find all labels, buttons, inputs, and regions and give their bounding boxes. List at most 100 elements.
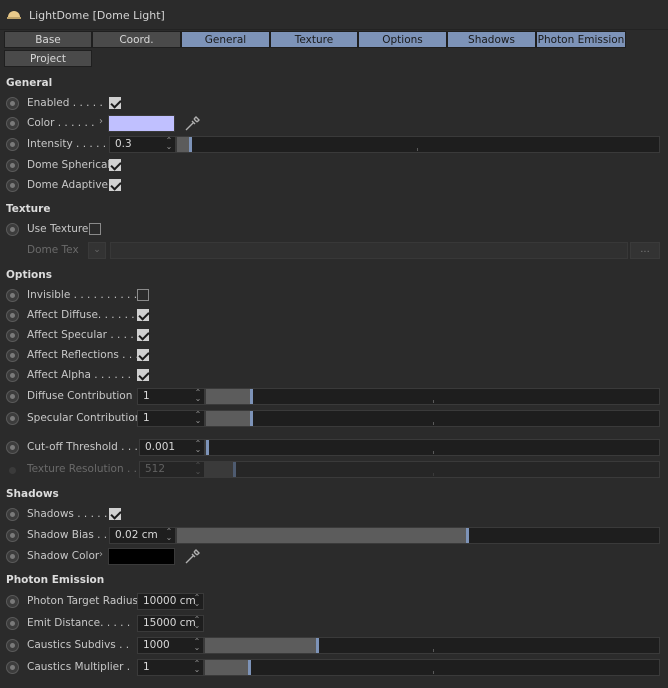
slider-handle	[233, 462, 236, 477]
animate-radio[interactable]	[6, 550, 19, 563]
cutoff-threshold-input[interactable]: 0.001 ⌃ ⌄	[139, 439, 205, 456]
specular-contribution-label: Specular Contribution	[27, 412, 142, 424]
shadow-color-swatch[interactable]	[108, 548, 175, 565]
slider-handle[interactable]	[248, 660, 251, 675]
affect-alpha-label: Affect Alpha . . . . . .	[27, 369, 132, 381]
tab-options[interactable]: Options	[358, 31, 447, 48]
section-title-shadows: Shadows	[6, 488, 59, 500]
tab-general[interactable]: General	[181, 31, 270, 48]
affect-specular-checkbox[interactable]	[137, 329, 149, 341]
tab-shadows[interactable]: Shadows	[447, 31, 536, 48]
tab-photon-emission[interactable]: Photon Emission	[536, 31, 626, 48]
animate-radio[interactable]	[6, 441, 19, 454]
animate-radio[interactable]	[6, 289, 19, 302]
chevron-right-icon[interactable]: ›	[99, 116, 103, 127]
eyedropper-icon[interactable]	[183, 548, 201, 566]
row-caustics-multiplier: Caustics Multiplier . 1 ⌃ ⌄	[0, 658, 668, 678]
shadows-checkbox[interactable]	[109, 508, 121, 520]
title-bar: LightDome [Dome Light]	[0, 0, 668, 30]
animate-radio[interactable]	[6, 179, 19, 192]
animate-radio[interactable]	[6, 223, 19, 236]
animate-radio[interactable]	[6, 349, 19, 362]
caustics-subdivs-input[interactable]: 1000 ⌃ ⌄	[137, 637, 204, 654]
slider-handle[interactable]	[466, 528, 469, 543]
cutoff-threshold-slider[interactable]	[205, 439, 660, 456]
animate-radio[interactable]	[6, 117, 19, 130]
spinner-arrows-icon[interactable]: ⌃ ⌄	[194, 440, 202, 454]
emit-distance-input[interactable]: 15000 cm ⌃ ⌄	[137, 615, 204, 632]
specular-contribution-input[interactable]: 1 ⌃ ⌄	[137, 410, 205, 427]
slider-handle[interactable]	[250, 411, 253, 426]
affect-reflections-checkbox[interactable]	[137, 349, 149, 361]
animate-radio[interactable]	[6, 412, 19, 425]
light-dome-icon	[7, 11, 21, 19]
spinner-arrows-icon[interactable]: ⌃ ⌄	[193, 616, 201, 630]
use-texture-checkbox[interactable]	[89, 223, 101, 235]
animate-radio[interactable]	[6, 159, 19, 172]
spinner-arrows-icon[interactable]: ⌃ ⌄	[193, 660, 201, 674]
row-specular-contribution: Specular Contribution 1 ⌃ ⌄	[0, 409, 668, 429]
invisible-checkbox[interactable]	[137, 289, 149, 301]
slider-handle[interactable]	[206, 440, 209, 455]
dome-adaptive-checkbox[interactable]	[109, 179, 121, 191]
spinner-arrows-icon: ⌃ ⌄	[194, 461, 202, 476]
dome-tex-dropdown[interactable]: ⌄	[88, 242, 106, 259]
dome-adaptive-label: Dome Adaptive	[27, 179, 109, 191]
animate-radio[interactable]	[6, 138, 19, 151]
shadow-bias-slider[interactable]	[176, 527, 660, 544]
specular-contribution-slider[interactable]	[205, 410, 660, 427]
spinner-arrows-icon[interactable]: ⌃ ⌄	[194, 411, 202, 425]
affect-diffuse-checkbox[interactable]	[137, 309, 149, 321]
chevron-right-icon[interactable]: ›	[99, 549, 103, 560]
tab-coord[interactable]: Coord.	[92, 31, 181, 48]
caustics-multiplier-label: Caustics Multiplier .	[27, 661, 131, 673]
row-affect-reflections: Affect Reflections . . .	[0, 346, 668, 366]
tab-project[interactable]: Project	[4, 50, 92, 67]
animate-radio[interactable]	[6, 508, 19, 521]
window-title: LightDome [Dome Light]	[29, 9, 165, 22]
diffuse-contribution-input[interactable]: 1 ⌃ ⌄	[137, 388, 205, 405]
animate-radio[interactable]	[6, 661, 19, 674]
intensity-input[interactable]: 0.3 ⌃ ⌄	[109, 136, 176, 153]
spinner-arrows-icon[interactable]: ⌃ ⌄	[193, 638, 201, 652]
animate-radio[interactable]	[6, 595, 19, 608]
shadow-bias-input[interactable]: 0.02 cm ⌃ ⌄	[109, 527, 176, 544]
photon-target-radius-label: Photon Target Radius	[27, 595, 138, 607]
spinner-arrows-icon[interactable]: ⌃ ⌄	[194, 389, 202, 403]
caustics-multiplier-slider[interactable]	[204, 659, 660, 676]
row-dome-spherical: Dome Spherical	[0, 156, 668, 176]
animate-radio[interactable]	[6, 390, 19, 403]
animate-radio[interactable]	[6, 617, 19, 630]
row-texture-resolution: Texture Resolution . . 512 ⌃ ⌄	[0, 460, 668, 480]
row-emit-distance: Emit Distance. . . . . 15000 cm ⌃ ⌄	[0, 614, 668, 634]
dome-tex-path-field[interactable]	[110, 242, 628, 259]
color-swatch[interactable]	[108, 115, 175, 132]
texture-resolution-slider	[205, 461, 660, 478]
animate-radio[interactable]	[6, 639, 19, 652]
tab-base[interactable]: Base	[4, 31, 92, 48]
affect-alpha-checkbox[interactable]	[137, 369, 149, 381]
animate-radio[interactable]	[6, 529, 19, 542]
enabled-checkbox[interactable]	[109, 97, 121, 109]
animate-radio[interactable]	[6, 369, 19, 382]
dome-spherical-checkbox[interactable]	[109, 159, 121, 171]
row-affect-diffuse: Affect Diffuse. . . . . .	[0, 306, 668, 326]
dome-tex-browse-button[interactable]: ...	[630, 242, 660, 259]
diffuse-contribution-slider[interactable]	[205, 388, 660, 405]
tab-texture[interactable]: Texture	[270, 31, 358, 48]
spinner-arrows-icon[interactable]: ⌃ ⌄	[165, 137, 173, 151]
spinner-arrows-icon[interactable]: ⌃ ⌄	[165, 528, 173, 542]
caustics-multiplier-input[interactable]: 1 ⌃ ⌄	[137, 659, 204, 676]
animate-radio[interactable]	[6, 309, 19, 322]
photon-target-radius-input[interactable]: 10000 cm ⌃ ⌄	[137, 593, 204, 610]
eyedropper-icon[interactable]	[183, 115, 201, 133]
slider-handle[interactable]	[316, 638, 319, 653]
intensity-slider[interactable]	[176, 136, 660, 153]
animate-radio[interactable]	[6, 97, 19, 110]
row-use-texture: Use Texture	[0, 220, 668, 240]
caustics-subdivs-slider[interactable]	[204, 637, 660, 654]
spinner-arrows-icon[interactable]: ⌃ ⌄	[193, 594, 201, 608]
slider-handle[interactable]	[189, 137, 192, 152]
slider-handle[interactable]	[250, 389, 253, 404]
animate-radio[interactable]	[6, 329, 19, 342]
